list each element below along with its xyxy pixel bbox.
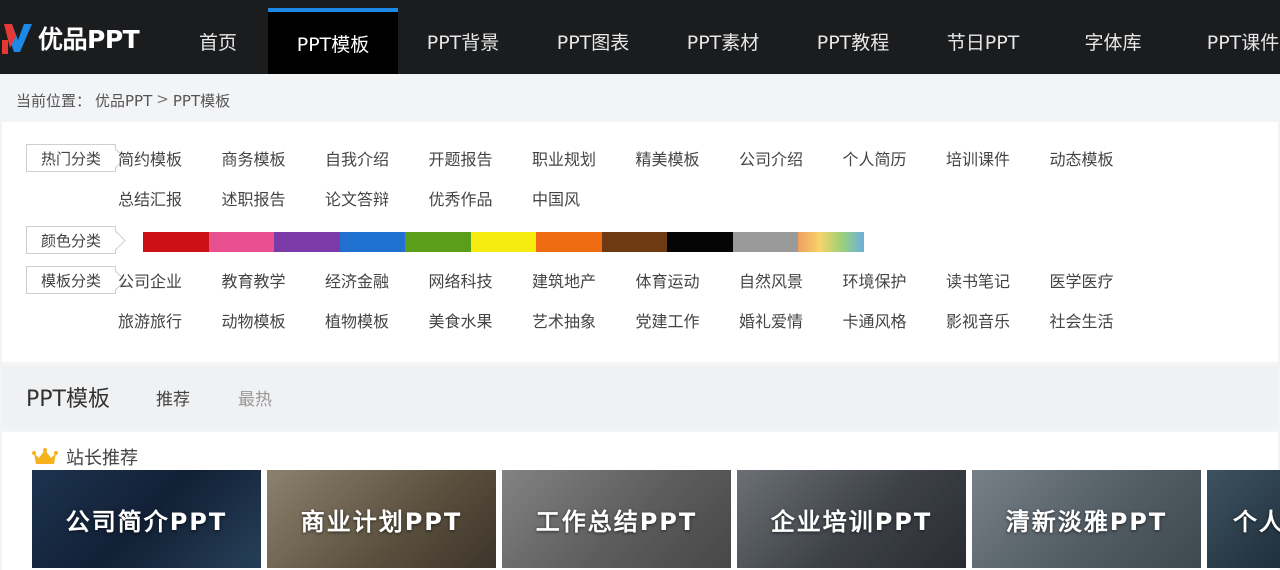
nav-item-font-library[interactable]: 字体库 [1048, 8, 1178, 74]
tab-hottest[interactable]: 最热 [238, 385, 272, 410]
section-header: PPT模板 推荐 最热 [2, 366, 1278, 428]
template-category-item[interactable]: 经济金融 [325, 272, 429, 312]
crown-icon [32, 448, 58, 464]
hot-category-item[interactable]: 动态模板 [1050, 150, 1154, 190]
hot-category-item[interactable]: 职业规划 [532, 150, 636, 190]
featured-card[interactable]: 个人 [1207, 470, 1280, 568]
hot-category-item[interactable]: 中国风 [532, 190, 636, 230]
color-swatch-black[interactable] [667, 232, 733, 252]
template-category-item[interactable]: 植物模板 [325, 312, 429, 352]
main-nav: 首页 PPT模板 PPT背景 PPT图表 PPT素材 PPT教程 节日PPT 字… [168, 8, 1280, 74]
featured-card[interactable]: 工作总结PPT [502, 470, 731, 568]
breadcrumb-separator: > [156, 90, 169, 108]
template-category-item[interactable]: 体育运动 [636, 272, 740, 312]
breadcrumb: 当前位置： 优品PPT > PPT模板 [16, 90, 230, 111]
featured-card[interactable]: 清新淡雅PPT [972, 470, 1201, 568]
color-category-row: 颜色分类 [26, 226, 116, 254]
template-category-list: 公司企业 教育教学 经济金融 网络科技 建筑地产 体育运动 自然风景 环境保护 … [118, 272, 1158, 352]
template-category-row: 模板分类 [26, 266, 116, 294]
template-category-item[interactable]: 卡通风格 [843, 312, 947, 352]
hot-category-item[interactable]: 简约模板 [118, 150, 222, 190]
featured-card-title: 企业培训PPT [770, 507, 933, 536]
template-category-item[interactable]: 公司企业 [118, 272, 222, 312]
template-category-item[interactable]: 自然风景 [739, 272, 843, 312]
nav-item-ppt-chart[interactable]: PPT图表 [528, 8, 658, 74]
template-category-item[interactable]: 美食水果 [429, 312, 533, 352]
hot-category-item[interactable]: 个人简历 [843, 150, 947, 190]
template-category-item[interactable]: 党建工作 [636, 312, 740, 352]
template-category-item[interactable]: 旅游旅行 [118, 312, 222, 352]
featured-card-title: 个人 [1233, 507, 1280, 536]
template-category-item[interactable]: 动物模板 [222, 312, 326, 352]
tab-recommended[interactable]: 推荐 [156, 385, 190, 410]
featured-card[interactable]: 企业培训PPT [737, 470, 966, 568]
hot-category-item[interactable]: 精美模板 [636, 150, 740, 190]
featured-heading: 站长推荐 [32, 444, 138, 470]
hot-category-item[interactable]: 开题报告 [429, 150, 533, 190]
template-category-label: 模板分类 [26, 266, 116, 294]
template-category-item[interactable]: 影视音乐 [946, 312, 1050, 352]
section-title: PPT模板 [26, 387, 110, 412]
featured-card-title: 清新淡雅PPT [1005, 507, 1168, 536]
site-logo[interactable]: 优品PPT [0, 16, 140, 60]
featured-card-title: 公司简介PPT [65, 507, 228, 536]
template-category-item[interactable]: 环境保护 [843, 272, 947, 312]
hot-category-item[interactable]: 优秀作品 [429, 190, 533, 230]
hot-category-item[interactable]: 自我介绍 [325, 150, 429, 190]
color-swatch-purple[interactable] [274, 232, 340, 252]
hot-category-item[interactable]: 述职报告 [222, 190, 326, 230]
nav-item-ppt-template[interactable]: PPT模板 [268, 8, 398, 74]
breadcrumb-home-link[interactable]: 优品PPT [95, 90, 152, 111]
hot-category-item[interactable]: 培训课件 [946, 150, 1050, 190]
color-swatch-red[interactable] [143, 232, 209, 252]
color-swatch-pink[interactable] [208, 232, 274, 252]
category-panel: 热门分类 简约模板 商务模板 自我介绍 开题报告 职业规划 精美模板 公司介绍 … [2, 122, 1278, 362]
breadcrumb-current: PPT模板 [172, 92, 231, 110]
color-swatch-brown[interactable] [601, 232, 667, 252]
nav-item-ppt-material[interactable]: PPT素材 [658, 8, 788, 74]
featured-heading-text: 站长推荐 [66, 448, 138, 469]
template-category-item[interactable]: 建筑地产 [532, 272, 636, 312]
nav-item-home[interactable]: 首页 [168, 8, 268, 74]
template-category-item[interactable]: 读书笔记 [946, 272, 1050, 312]
hot-category-item[interactable]: 商务模板 [222, 150, 326, 190]
color-swatch-rainbow[interactable] [798, 232, 864, 252]
color-swatch-green[interactable] [405, 232, 471, 252]
featured-card[interactable]: 公司简介PPT [32, 470, 261, 568]
nav-item-ppt-courseware[interactable]: PPT课件 [1178, 8, 1280, 74]
color-swatch-yellow[interactable] [470, 232, 536, 252]
breadcrumb-prefix: 当前位置： [16, 92, 92, 110]
featured-section: 站长推荐 公司简介PPT 商业计划PPT 工作总结PPT 企业培训PPT 清新淡… [2, 432, 1280, 570]
hot-category-label: 热门分类 [26, 144, 116, 172]
hot-category-item[interactable]: 公司介绍 [739, 150, 843, 190]
hot-category-item[interactable]: 总结汇报 [118, 190, 222, 230]
nav-item-holiday-ppt[interactable]: 节日PPT [918, 8, 1048, 74]
nav-item-ppt-tutorial[interactable]: PPT教程 [788, 8, 918, 74]
featured-card-title: 商业计划PPT [300, 507, 463, 536]
top-navigation-bar: 优品PPT 首页 PPT模板 PPT背景 PPT图表 PPT素材 PPT教程 节… [0, 0, 1280, 74]
site-name: 优品PPT [38, 25, 140, 54]
template-category-item[interactable]: 社会生活 [1050, 312, 1154, 352]
featured-card[interactable]: 商业计划PPT [267, 470, 496, 568]
template-category-item[interactable]: 艺术抽象 [532, 312, 636, 352]
hot-category-list: 简约模板 商务模板 自我介绍 开题报告 职业规划 精美模板 公司介绍 个人简历 … [118, 150, 1158, 230]
logo-mark-icon [2, 24, 32, 54]
template-category-item[interactable]: 婚礼爱情 [739, 312, 843, 352]
template-category-item[interactable]: 教育教学 [222, 272, 326, 312]
color-swatch-blue[interactable] [339, 232, 405, 252]
template-category-item[interactable]: 医学医疗 [1050, 272, 1154, 312]
color-swatch-gray[interactable] [732, 232, 798, 252]
color-swatch-list [143, 232, 864, 252]
hot-category-item[interactable]: 论文答辩 [325, 190, 429, 230]
nav-item-ppt-background[interactable]: PPT背景 [398, 8, 528, 74]
featured-card-title: 工作总结PPT [535, 507, 698, 536]
featured-card-list: 公司简介PPT 商业计划PPT 工作总结PPT 企业培训PPT 清新淡雅PPT … [32, 470, 1280, 568]
color-category-label: 颜色分类 [26, 226, 116, 254]
template-category-item[interactable]: 网络科技 [429, 272, 533, 312]
color-swatch-orange[interactable] [536, 232, 602, 252]
hot-category-row: 热门分类 [26, 144, 116, 172]
